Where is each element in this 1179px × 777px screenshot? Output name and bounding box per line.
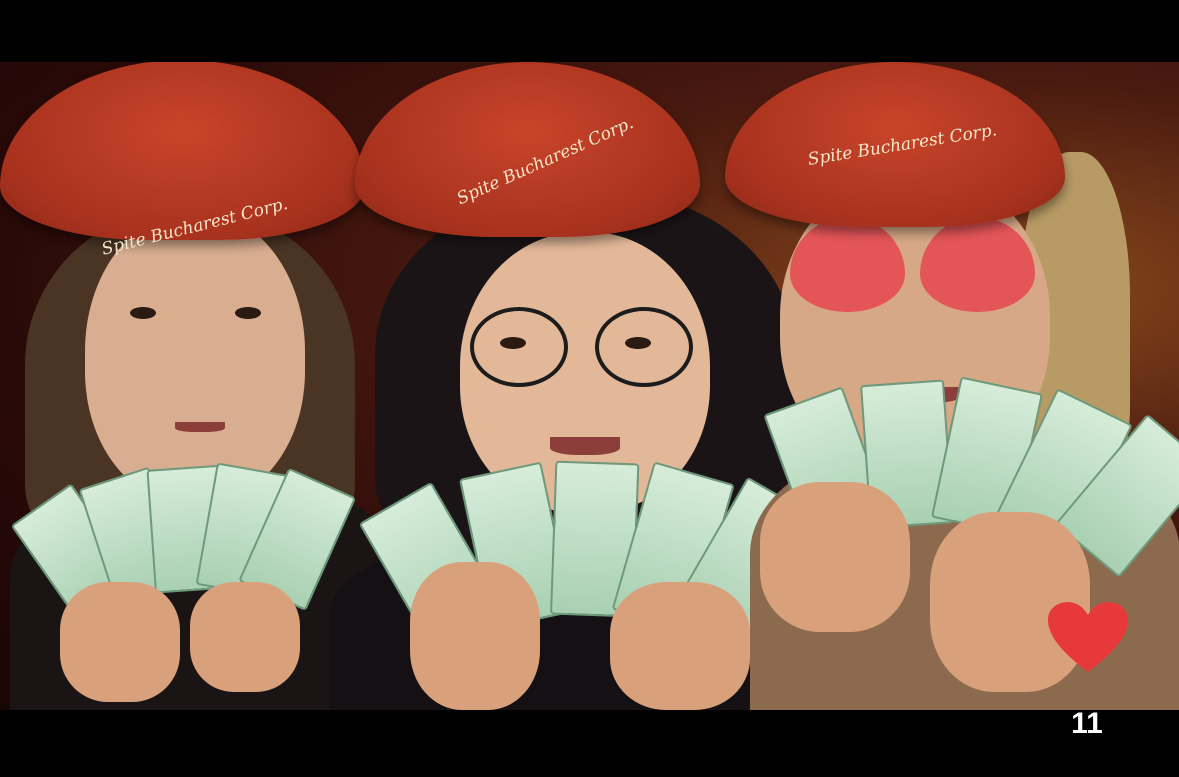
- beret-center: [355, 62, 700, 237]
- person-center-eye-right: [625, 337, 651, 349]
- heart-icon: [1048, 602, 1128, 672]
- like-count: 11: [1071, 707, 1103, 740]
- person-center-eye-left: [500, 337, 526, 349]
- like-button[interactable]: [1046, 600, 1130, 676]
- person-center-hand-left: [410, 562, 540, 710]
- person-left-hand-left: [60, 582, 180, 702]
- person-left-eye-right: [235, 307, 261, 319]
- person-left-mouth: [175, 422, 225, 432]
- person-right-heart-glasses-left: [790, 217, 905, 312]
- person-left-eye-left: [130, 307, 156, 319]
- person-right-hand-left: [760, 482, 910, 632]
- beret-left: [0, 62, 365, 240]
- person-left-hand-right: [190, 582, 300, 692]
- photo-frame: Spite Bucharest Corp. Spite Bucharest Co…: [0, 62, 1179, 710]
- person-right-heart-glasses-right: [920, 217, 1035, 312]
